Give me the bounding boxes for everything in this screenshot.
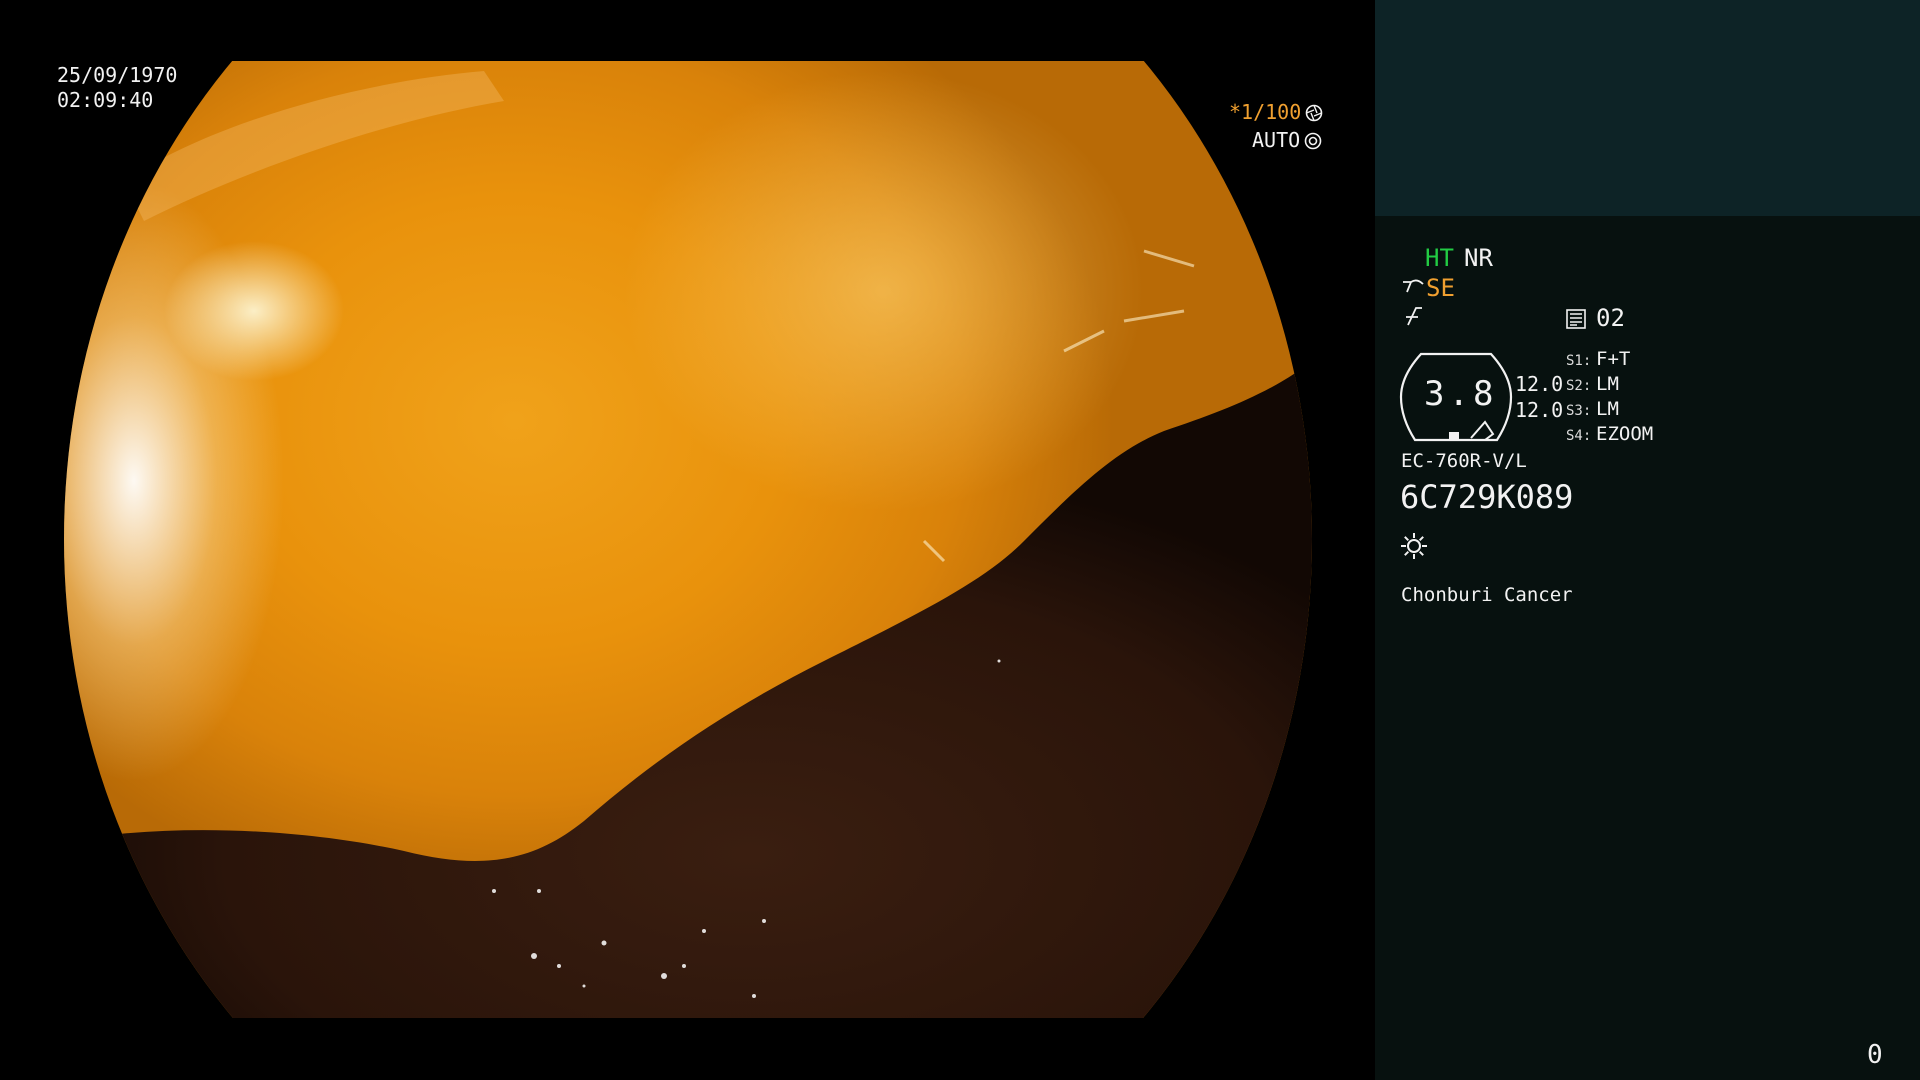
switch-3-key: S3:: [1566, 403, 1592, 419]
switch-1-value: F+T: [1596, 348, 1631, 370]
switch-4-key: S4:: [1566, 428, 1592, 444]
aperture-icon: [1305, 103, 1323, 122]
shutter-speed: *1/100: [1229, 100, 1323, 124]
info-panel: [1375, 216, 1920, 1080]
light-source-icon: [1399, 531, 1429, 565]
scope-serial-number: 6C729K089: [1400, 478, 1574, 516]
shutter-speed-value: *1/100: [1229, 100, 1302, 124]
exam-time: 02:09:40: [57, 88, 154, 112]
info-panel-header: [1375, 0, 1920, 216]
lumen-shadow: [64, 361, 1312, 1018]
iris-icon: [1304, 131, 1322, 150]
switch-2-value: LM: [1596, 373, 1619, 395]
freeze-icon: [1402, 305, 1424, 333]
endoscopy-monitor-screen: 25/09/1970 02:09:40 *1/100 AUTO HT NR SE…: [0, 0, 1920, 1080]
exam-date: 25/09/1970: [57, 63, 178, 87]
level-value-2: 12.0: [1515, 398, 1564, 422]
iris-mode: AUTO: [1252, 128, 1322, 152]
scope-model: EC-760R-V/L: [1401, 450, 1527, 472]
ht-indicator: HT: [1425, 244, 1454, 272]
fold-highlight: [124, 71, 504, 221]
image-counter: 0: [1867, 1040, 1883, 1070]
magnification-value: 3.8: [1424, 374, 1498, 414]
nr-indicator: NR: [1464, 244, 1493, 272]
memory-icon: [1565, 308, 1587, 334]
endoscopy-image-view: [64, 61, 1312, 1018]
endoscopy-scene: [64, 71, 1312, 1018]
switch-1-key: S1:: [1566, 353, 1592, 369]
memory-number: 02: [1596, 304, 1625, 332]
structure-enhancement-icon: [1401, 276, 1425, 300]
level-value-1: 12.0: [1515, 372, 1564, 396]
se-indicator: SE: [1426, 274, 1455, 302]
iris-mode-value: AUTO: [1252, 128, 1301, 152]
switch-2-key: S2:: [1566, 378, 1592, 394]
institution-name: Chonburi Cancer: [1401, 584, 1573, 606]
switch-3-value: LM: [1596, 398, 1619, 420]
switch-4-value: EZOOM: [1596, 423, 1654, 445]
